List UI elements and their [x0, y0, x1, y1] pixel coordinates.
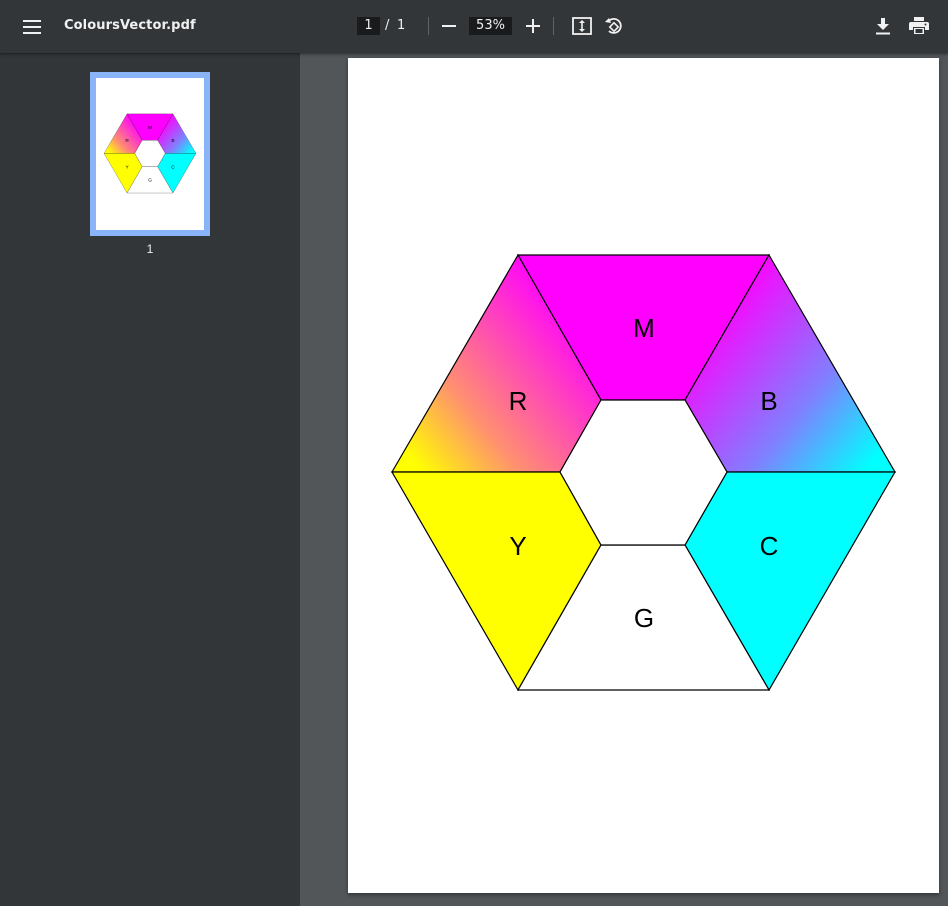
rotate-icon	[604, 16, 624, 36]
label-c: C	[760, 531, 779, 561]
thumb-label-g: G	[148, 178, 152, 184]
toolbar-divider	[428, 17, 429, 35]
label-b: B	[760, 386, 777, 416]
page-number-input[interactable]: 1	[357, 17, 380, 35]
toolbar-divider	[553, 17, 554, 35]
thumb-label-b: B	[171, 138, 174, 144]
download-icon	[876, 17, 890, 35]
document-viewer[interactable]: M R B Y C G	[300, 53, 948, 906]
label-m: M	[633, 313, 655, 343]
print-button[interactable]	[906, 14, 932, 38]
print-icon	[909, 17, 929, 35]
zoom-out-button[interactable]	[438, 14, 460, 38]
thumbnail-page: MRBYCG	[96, 78, 204, 230]
thumbnail-label: 1	[146, 242, 154, 256]
page-separator: /	[385, 18, 390, 33]
thumb-label-c: C	[171, 164, 175, 170]
page-thumbnail[interactable]: MRBYCG	[90, 72, 210, 236]
minus-icon	[442, 19, 456, 33]
download-button[interactable]	[871, 14, 895, 38]
label-g: G	[634, 603, 654, 633]
fit-to-page-button[interactable]	[570, 14, 594, 38]
plus-icon	[526, 19, 540, 33]
label-y: Y	[509, 531, 526, 561]
menu-button[interactable]	[18, 13, 46, 41]
menu-icon	[23, 20, 41, 34]
rotate-button[interactable]	[602, 14, 626, 38]
zoom-input[interactable]: 53%	[469, 17, 512, 35]
thumb-label-m: M	[148, 125, 152, 131]
pdf-page: M R B Y C G	[348, 58, 939, 893]
zoom-in-button[interactable]	[522, 14, 544, 38]
file-title: ColoursVector.pdf	[64, 18, 196, 33]
label-r: R	[509, 386, 528, 416]
thumb-label-r: R	[125, 138, 129, 144]
page-total: 1	[397, 18, 406, 33]
thumbnail-sidebar: MRBYCG 1	[0, 53, 300, 906]
fit-page-icon	[572, 17, 592, 35]
pdf-toolbar: ColoursVector.pdf 1 / 1 53%	[0, 0, 948, 53]
